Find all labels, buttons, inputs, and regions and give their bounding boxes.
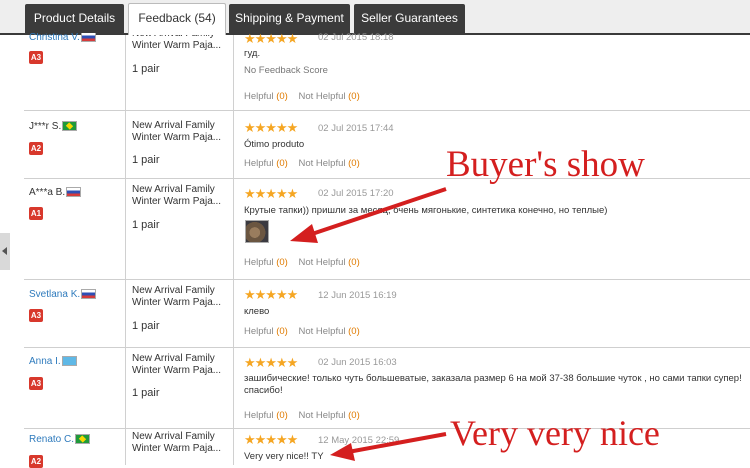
annotation-arrows (290, 187, 447, 461)
very-nice-arrow-icon (330, 432, 447, 461)
buyers-show-arrow-icon (290, 187, 447, 243)
